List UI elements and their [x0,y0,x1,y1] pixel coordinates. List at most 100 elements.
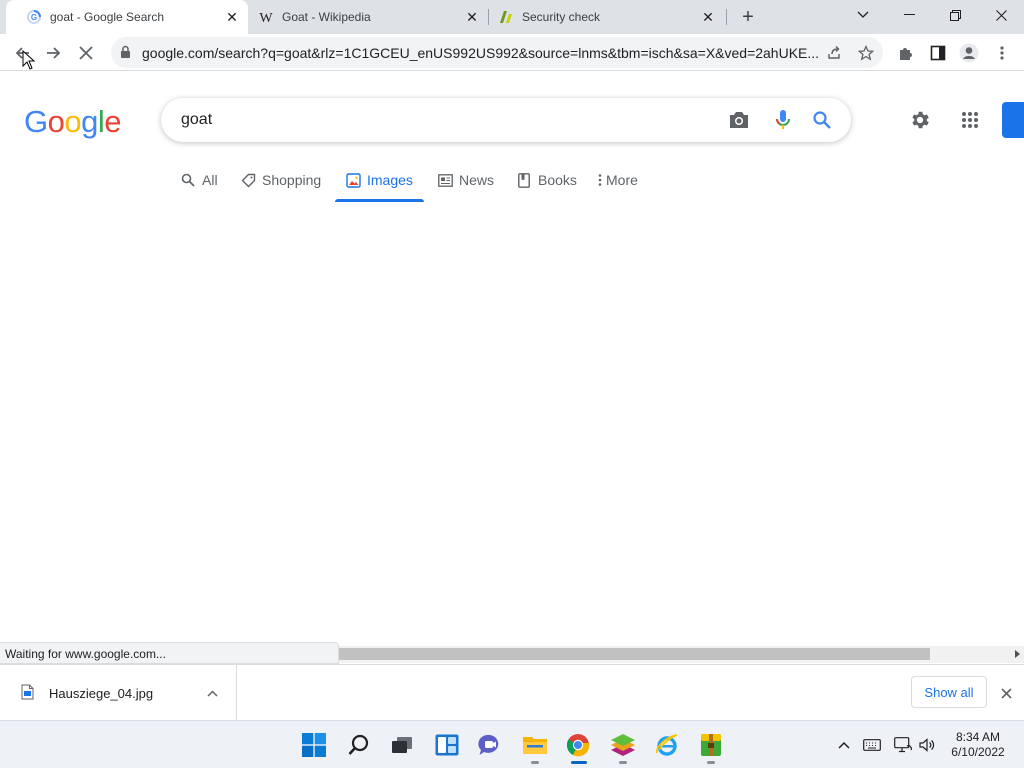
logo-letter: g [81,104,98,139]
tab-separator [726,9,727,25]
tab-google-search[interactable]: G goat - Google Search ✕ [6,0,248,34]
running-indicator [531,761,539,764]
tab-shopping[interactable]: Shopping [240,169,321,203]
network-monitor-icon[interactable] [893,735,913,755]
screen: G goat - Google Search ✕ W Goat - Wikipe… [0,0,1024,768]
tab-books[interactable]: Books [516,169,577,203]
settings-gear-icon[interactable] [906,106,934,134]
chrome-icon[interactable] [562,729,594,761]
tab-security-check[interactable]: Security check ✕ [488,0,724,34]
mouse-cursor-icon [22,49,36,75]
scrollbar-thumb[interactable] [339,648,930,660]
tab-title: Security check [522,10,601,24]
svg-text:G: G [31,13,37,22]
lock-icon[interactable] [120,45,131,64]
widgets-icon[interactable] [431,729,463,761]
forward-arrow-icon[interactable] [40,39,68,67]
stop-loading-icon[interactable] [72,39,100,67]
tab-title: Goat - Wikipedia [282,10,371,24]
search-icon[interactable] [810,108,834,132]
tab-close-icon[interactable]: ✕ [222,7,242,27]
search-icon [180,169,196,191]
bluestacks-icon[interactable] [607,729,639,761]
tab-close-icon[interactable]: ✕ [698,7,718,27]
security-check-icon [498,9,514,25]
microphone-icon[interactable] [771,108,795,132]
chevron-up-icon[interactable] [204,685,220,701]
wikipedia-w-icon: W [258,9,274,25]
image-icon [345,169,361,191]
file-explorer-icon[interactable] [519,729,551,761]
active-app-indicator [571,761,587,764]
profile-avatar-icon[interactable] [955,39,983,67]
news-icon [437,169,453,191]
tab-more[interactable]: More [596,169,638,203]
running-indicator [707,761,715,764]
google-logo[interactable]: Google [24,104,122,140]
logo-letter: e [104,104,122,139]
winzip-archive-icon[interactable] [695,729,727,761]
more-vert-icon [596,169,604,191]
scroll-right-arrow-icon[interactable] [1015,650,1020,658]
running-indicator [619,761,627,764]
active-tab-indicator [335,199,424,202]
browser-menu-icon[interactable] [988,39,1016,67]
download-bar: Hausziege_04.jpg Show all [0,664,1024,720]
tab-label: Books [538,172,577,188]
windows-start-icon[interactable] [298,729,330,761]
show-hidden-icons-chevron-icon[interactable] [834,735,854,755]
clock-date: 6/10/2022 [951,745,1005,759]
taskbar-search-icon[interactable] [343,729,375,761]
side-panel-icon[interactable] [924,39,952,67]
horizontal-scrollbar[interactable] [339,646,1024,663]
logo-letter: G [24,104,48,139]
tab-label: News [459,172,495,188]
logo-letter: o [47,104,65,139]
tab-strip: G goat - Google Search ✕ W Goat - Wikipe… [0,0,1024,34]
tab-all[interactable]: All [180,169,218,203]
search-query[interactable]: goat [181,111,212,129]
tab-search-chevron-icon[interactable] [840,0,886,30]
download-item[interactable]: Hausziege_04.jpg [0,665,237,720]
logo-letter: o [64,104,82,139]
address-bar[interactable]: google.com/search?q=goat&rlz=1C1GCEU_enU… [111,37,883,68]
keyboard-icon[interactable] [862,735,882,755]
google-apps-grid-icon[interactable] [956,106,984,134]
url-text: google.com/search?q=goat&rlz=1C1GCEU_enU… [142,45,820,61]
bookmark-star-icon[interactable] [855,42,877,64]
new-tab-button[interactable]: + [736,5,760,29]
system-clock[interactable]: 8:34 AM 6/10/2022 [940,730,1016,760]
google-loading-icon: G [26,9,42,25]
download-filename: Hausziege_04.jpg [49,686,154,701]
tab-images[interactable]: Images [345,169,413,203]
internet-explorer-icon[interactable] [651,729,683,761]
tab-label: More [606,172,638,188]
tab-news[interactable]: News [437,169,494,203]
browser-toolbar: google.com/search?q=goat&rlz=1C1GCEU_enU… [0,34,1024,71]
tab-label: Shopping [262,172,322,188]
close-icon[interactable] [996,683,1016,703]
teams-chat-icon[interactable] [474,729,506,761]
status-bubble: Waiting for www.google.com... [0,642,339,664]
tab-title: goat - Google Search [50,10,165,24]
window-close-icon[interactable] [978,0,1024,30]
task-view-icon[interactable] [386,729,418,761]
restore-icon[interactable] [932,0,978,30]
sign-in-button[interactable] [1002,102,1024,138]
taskbar: 8:34 AM 6/10/2022 [0,720,1024,768]
svg-text:W: W [259,11,273,25]
tab-label: All [202,172,218,188]
tab-close-icon[interactable]: ✕ [462,7,482,27]
book-icon [516,169,532,191]
image-file-icon [21,684,34,705]
tab-label: Images [367,172,413,188]
tab-wikipedia[interactable]: W Goat - Wikipedia ✕ [248,0,488,34]
speaker-volume-icon[interactable] [918,735,938,755]
show-all-button[interactable]: Show all [911,676,987,708]
camera-icon[interactable] [727,108,751,132]
minimize-icon[interactable] [886,0,932,30]
extensions-puzzle-icon[interactable] [892,39,920,67]
share-icon[interactable] [823,42,845,64]
search-box[interactable]: goat [161,98,851,142]
clock-time: 8:34 AM [955,730,1001,744]
